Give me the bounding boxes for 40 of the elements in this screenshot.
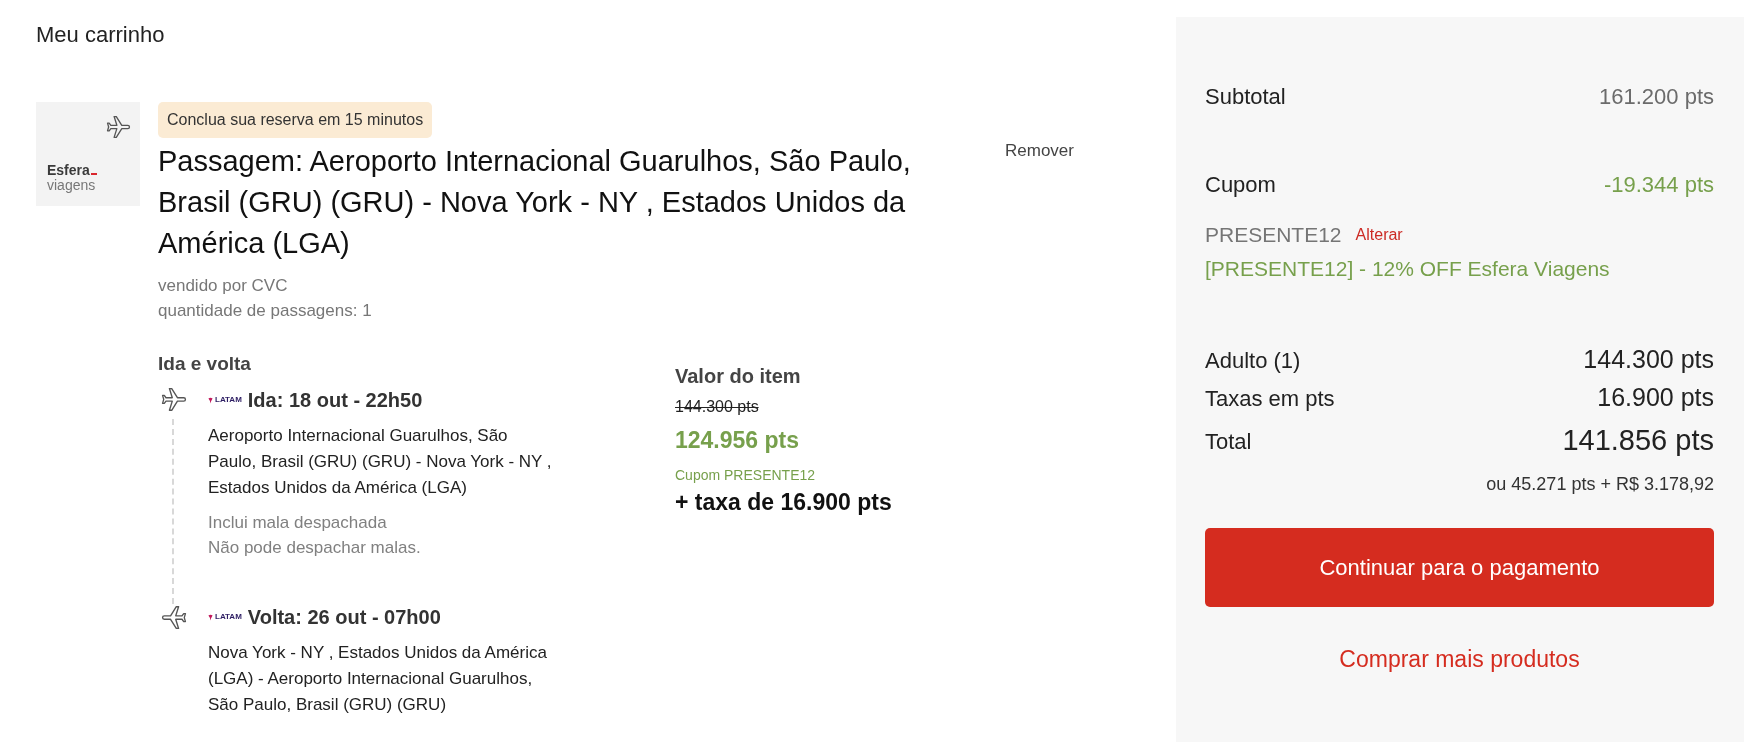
buy-more-products-link[interactable]: Comprar mais produtos xyxy=(1339,644,1580,674)
airplane-icon xyxy=(161,605,187,629)
summary-label: Taxas em pts xyxy=(1205,384,1335,413)
airplane-icon xyxy=(106,116,131,139)
coupon-discount: -19.344 pts xyxy=(1603,170,1714,199)
continue-to-payment-button[interactable]: Continuar para o pagamento xyxy=(1205,528,1714,607)
page-title: Meu carrinho xyxy=(36,21,165,49)
leg-route: Aeroporto Internacional Guarulhos, São Paulo, Brasil (GRU) (GRU) - Nova York - NY , Estados Unidos da América (LGA) xyxy=(208,425,553,499)
baggage-note: Não pode despachar malas. xyxy=(208,537,421,559)
summary-value: 161.200 pts xyxy=(1599,82,1714,111)
fee-amount: + taxa de 16.900 pts xyxy=(675,488,892,517)
airplane-icon xyxy=(161,388,187,412)
product-title: Passagem: Aeroporto Internacional Guarulhos, São Paulo, Brasil (GRU) (GRU) - Nova York - NY , Estados Unidos da América (LGA) xyxy=(158,144,912,261)
product-detail: vendido por CVC xyxy=(158,275,288,297)
leg-title: Ida: 18 out - 22h50 xyxy=(247,388,423,413)
summary-label: Cupom xyxy=(1205,170,1276,199)
leg-title: Volta: 26 out - 07h00 xyxy=(247,605,441,630)
baggage-note: Inclui mala despachada xyxy=(208,512,387,534)
leg-route: Nova York - NY , Estados Unidos da América (LGA) - Aeroporto Internacional Guarulhos, São Paulo, Brasil (GRU) (GRU) xyxy=(208,642,548,716)
airline-logo: LATAM xyxy=(208,395,242,405)
total-value: 141.856 pts xyxy=(1562,423,1714,459)
coupon-description: [PRESENTE12] - 12% OFF Esfera Viagens xyxy=(1205,256,1610,282)
product-detail: quantidade de passagens: 1 xyxy=(158,300,372,322)
change-coupon-link[interactable]: Alterar xyxy=(1355,223,1403,247)
summary-label: Subtotal xyxy=(1205,82,1286,111)
timer-badge: Conclua sua reserva em 15 minutos xyxy=(158,102,433,138)
coupon-note: Cupom PRESENTE12 xyxy=(675,466,816,485)
original-price: 144.300 pts xyxy=(675,397,759,417)
coupon-code: PRESENTE12 xyxy=(1205,222,1342,249)
summary-value: 144.300 pts xyxy=(1583,344,1714,376)
summary-value: 16.900 pts xyxy=(1597,382,1714,414)
trip-type-heading: Ida e volta xyxy=(158,352,251,376)
summary-label: Adulto (1) xyxy=(1205,346,1301,375)
brand-logo: Esfera viagens xyxy=(47,163,97,192)
discounted-price: 124.956 pts xyxy=(675,426,800,455)
price-heading: Valor do item xyxy=(675,364,801,389)
alternative-payment: ou 45.271 pts + R$ 3.178,92 xyxy=(1486,473,1714,496)
total-label: Total xyxy=(1205,427,1252,456)
remove-link[interactable]: Remover xyxy=(1005,139,1074,163)
airline-logo: LATAM xyxy=(208,612,242,622)
